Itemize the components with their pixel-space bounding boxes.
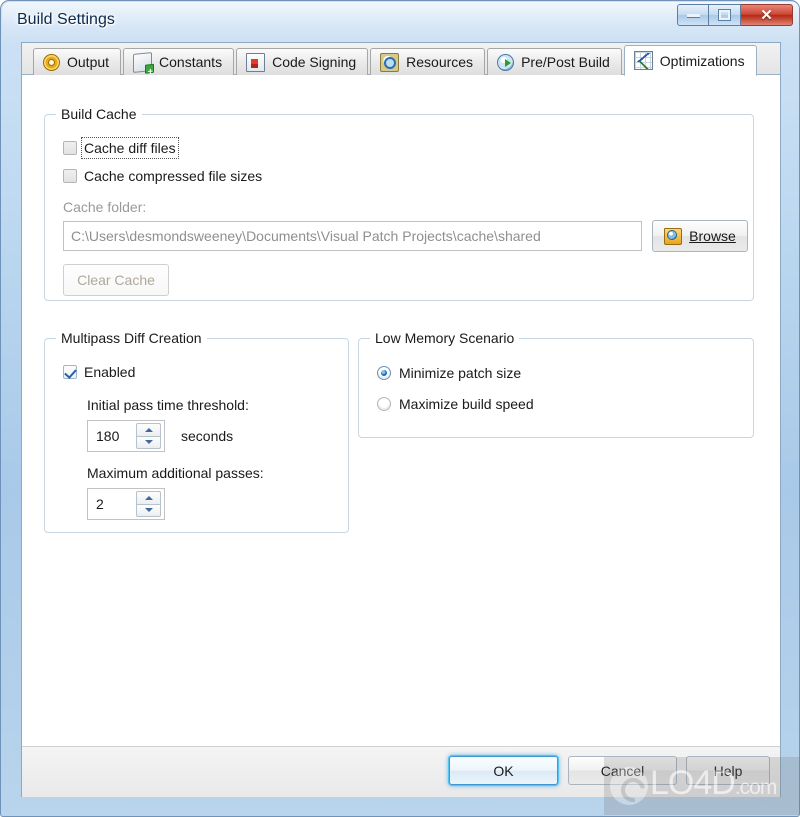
- dialog-client-area: Output Constants Code Signing Resources: [21, 42, 781, 797]
- minimize-icon: [686, 13, 700, 17]
- low-memory-scenario-group: Low Memory Scenario Minimize patch size …: [358, 330, 754, 438]
- clear-cache-button[interactable]: Clear Cache: [63, 264, 169, 296]
- help-button-label: Help: [713, 762, 743, 779]
- ok-button-label: OK: [493, 762, 514, 779]
- maximize-button[interactable]: [709, 4, 741, 26]
- cache-folder-input[interactable]: C:\Users\desmondsweeney\Documents\Visual…: [63, 221, 642, 251]
- cache-compressed-file-sizes-checkbox-row[interactable]: Cache compressed file sizes: [63, 168, 262, 184]
- cache-folder-value: C:\Users\desmondsweeney\Documents\Visual…: [71, 228, 541, 244]
- optimizations-page: Build Cache Cache diff files Cache compr…: [22, 75, 780, 797]
- maximize-icon: [719, 10, 730, 20]
- close-icon: ✕: [760, 6, 773, 24]
- radio-minimize-patch-size-row[interactable]: Minimize patch size: [377, 365, 521, 381]
- spinner-up-button[interactable]: [136, 423, 161, 436]
- cache-compressed-file-sizes-checkbox[interactable]: [63, 169, 77, 183]
- chevron-down-icon: [144, 440, 153, 445]
- max-additional-passes-value: 2: [96, 496, 104, 512]
- seconds-label: seconds: [181, 428, 234, 444]
- spinner-down-button[interactable]: [136, 435, 161, 449]
- window-title: Build Settings: [17, 11, 115, 28]
- close-button[interactable]: ✕: [741, 4, 793, 26]
- initial-pass-threshold-value: 180: [96, 428, 120, 444]
- minimize-button[interactable]: [677, 4, 709, 26]
- dialog-button-bar: OK Cancel Help: [22, 746, 780, 797]
- ok-button[interactable]: OK: [449, 756, 558, 785]
- chevron-down-icon: [144, 508, 153, 513]
- chevron-up-icon: [144, 495, 153, 500]
- tab-label: Optimizations: [659, 52, 745, 69]
- magnifier-icon: [380, 52, 400, 72]
- max-additional-passes-arrows[interactable]: [136, 491, 161, 517]
- constants-icon: [133, 51, 153, 73]
- tab-label: Output: [67, 54, 110, 70]
- radio-maximize-build-speed-label: Maximize build speed: [399, 396, 534, 412]
- cancel-button-label: Cancel: [600, 762, 645, 779]
- radio-minimize-patch-size[interactable]: [377, 366, 391, 380]
- initial-pass-threshold-stepper[interactable]: 180: [87, 420, 165, 452]
- tab-constants[interactable]: Constants: [123, 48, 235, 75]
- window-controls: ✕: [677, 4, 793, 27]
- multipass-diff-creation-group: Multipass Diff Creation Enabled Initial …: [44, 330, 349, 533]
- cache-diff-files-checkbox-row[interactable]: Cache diff files: [63, 137, 179, 159]
- chevron-up-icon: [144, 427, 153, 432]
- cache-folder-label: Cache folder:: [63, 199, 147, 215]
- tab-code-signing[interactable]: Code Signing: [236, 48, 369, 75]
- tab-label: Code Signing: [272, 54, 357, 70]
- disc-icon: [43, 53, 60, 71]
- multipass-group-title: Multipass Diff Creation: [56, 330, 207, 346]
- low-memory-group-title: Low Memory Scenario: [370, 330, 520, 346]
- tab-output[interactable]: Output: [33, 48, 122, 75]
- multipass-enabled-checkbox[interactable]: [63, 365, 77, 379]
- spinner-up-button[interactable]: [136, 491, 161, 504]
- radio-minimize-patch-size-label: Minimize patch size: [399, 365, 522, 381]
- cache-diff-files-checkbox[interactable]: [63, 141, 77, 155]
- tab-strip: Output Constants Code Signing Resources: [22, 43, 780, 76]
- radio-maximize-build-speed[interactable]: [377, 397, 391, 411]
- initial-pass-threshold-label: Initial pass time threshold:: [87, 397, 249, 413]
- clock-play-icon: [497, 53, 515, 71]
- build-cache-group: Build Cache Cache diff files Cache compr…: [44, 106, 754, 301]
- tab-label: Pre/Post Build: [521, 54, 610, 70]
- initial-pass-threshold-arrows[interactable]: [136, 423, 161, 449]
- cache-diff-files-label: Cache diff files: [81, 137, 179, 159]
- cache-compressed-file-sizes-label: Cache compressed file sizes: [84, 168, 263, 184]
- tab-list: Output Constants Code Signing Resources: [33, 44, 759, 76]
- max-additional-passes-label: Maximum additional passes:: [87, 465, 264, 481]
- multipass-enabled-label: Enabled: [84, 364, 136, 380]
- chart-icon: [633, 51, 653, 70]
- spinner-down-button[interactable]: [136, 503, 161, 517]
- multipass-enabled-checkbox-row[interactable]: Enabled: [63, 364, 135, 380]
- folder-icon: [664, 227, 683, 245]
- build-cache-group-title: Build Cache: [56, 106, 142, 122]
- max-additional-passes-stepper[interactable]: 2: [87, 488, 165, 520]
- help-button[interactable]: Help: [686, 756, 770, 785]
- certificate-icon: [246, 52, 266, 72]
- tab-optimizations[interactable]: Optimizations: [623, 45, 757, 76]
- build-settings-window: Build Settings ✕ Output + Constants Code…: [0, 0, 800, 817]
- cancel-button[interactable]: Cancel: [568, 756, 677, 785]
- clear-cache-button-label: Clear Cache: [77, 272, 155, 288]
- browse-button[interactable]: Browse: [652, 220, 748, 252]
- tab-label: Resources: [406, 54, 474, 70]
- tab-resources[interactable]: Resources: [370, 48, 486, 75]
- radio-maximize-build-speed-row[interactable]: Maximize build speed: [377, 396, 534, 412]
- title-bar[interactable]: Build Settings ✕: [1, 1, 799, 46]
- browse-button-label: Browse: [689, 228, 736, 244]
- tab-pre-post-build[interactable]: Pre/Post Build: [487, 48, 622, 75]
- tab-label: Constants: [159, 54, 223, 70]
